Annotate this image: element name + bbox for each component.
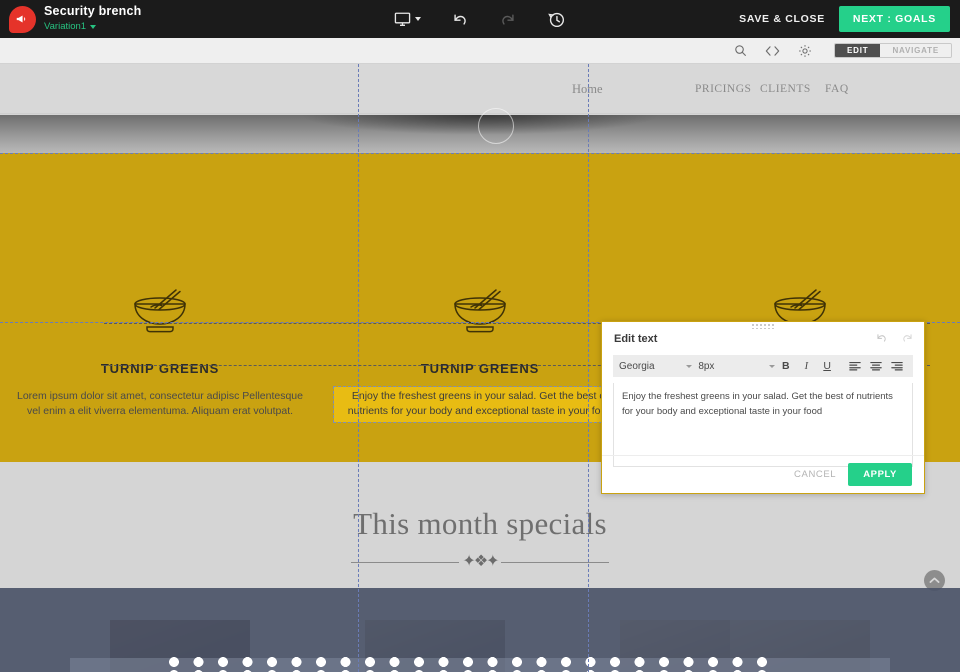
layout-guide-vertical	[588, 64, 589, 672]
underline-button[interactable]: U	[817, 357, 838, 375]
redo-button[interactable]	[499, 10, 517, 28]
dialog-title: Edit text	[614, 332, 658, 345]
code-brackets-icon	[765, 45, 780, 57]
align-center-button[interactable]	[866, 357, 887, 375]
undo-button[interactable]	[451, 10, 469, 28]
chevron-down-icon	[415, 17, 421, 21]
divider-line-right	[500, 561, 609, 563]
undo-icon	[451, 10, 469, 28]
monitor-icon	[394, 12, 411, 27]
code-view-button[interactable]	[765, 45, 780, 57]
megaphone-icon	[8, 5, 36, 33]
font-size-select[interactable]: 8px	[698, 360, 776, 372]
dialog-history-controls	[875, 331, 914, 344]
redo-button[interactable]	[901, 331, 914, 344]
secondary-toolbar-actions: EDIT NAVIGATE	[734, 38, 952, 63]
project-title: Security brench	[44, 4, 142, 19]
nav-item-pricings[interactable]: PRICINGS	[695, 83, 751, 95]
chevron-up-icon	[929, 576, 940, 585]
site-header	[0, 64, 960, 114]
ornament-divider: ✦❖✦	[0, 554, 960, 570]
next-goals-button[interactable]: NEXT : GOALS	[838, 6, 950, 32]
text-format-toolbar: Georgia 8px B I U	[613, 355, 913, 377]
feature-body-text[interactable]: Lorem ipsum dolor sit amet, consectetur …	[14, 389, 306, 419]
search-button[interactable]	[734, 44, 747, 57]
apply-button[interactable]: APPLY	[848, 463, 912, 486]
nav-item-faq[interactable]: FAQ	[825, 83, 849, 95]
feature-column-1[interactable]: TURNIP GREENS Lorem ipsum dolor sit amet…	[0, 153, 320, 462]
align-center-icon	[870, 361, 882, 371]
nav-item-clients[interactable]: CLIENTS	[760, 83, 811, 95]
dialog-header: Edit text	[602, 322, 924, 355]
gear-icon	[798, 44, 812, 58]
app-logo[interactable]	[0, 0, 44, 38]
redo-icon	[499, 10, 517, 28]
search-icon	[734, 44, 747, 57]
cancel-button[interactable]: CANCEL	[794, 469, 836, 480]
device-preview-button[interactable]	[394, 12, 421, 27]
undo-button[interactable]	[875, 331, 888, 344]
feature-title: TURNIP GREENS	[100, 361, 220, 376]
feature-body-text-selected[interactable]: Enjoy the freshest greens in your salad.…	[333, 385, 627, 424]
topbar-actions: SAVE & CLOSE NEXT : GOALS	[739, 0, 950, 38]
page-title-specials: This month specials	[353, 506, 607, 541]
dialog-footer: CANCEL APPLY	[602, 455, 924, 493]
feature-column-2[interactable]: TURNIP GREENS Enjoy the freshest greens …	[320, 153, 640, 462]
font-family-value: Georgia	[619, 360, 655, 372]
tab-navigate-mode[interactable]: NAVIGATE	[880, 44, 951, 57]
italic-button[interactable]: I	[796, 357, 817, 375]
variation-selector[interactable]: Variation1	[44, 21, 141, 33]
hero-circle-decoration	[478, 108, 514, 144]
editor-window: Security brench Variation1 SAVE & CLOSE …	[0, 0, 960, 672]
project-info: Security brench Variation1	[44, 5, 141, 32]
loading-dots-indicator	[168, 656, 776, 672]
noodle-bowl-icon	[447, 281, 513, 333]
bold-button[interactable]: B	[775, 357, 796, 375]
chevron-down-icon	[90, 25, 97, 30]
tab-edit-mode[interactable]: EDIT	[835, 44, 881, 57]
divider-line-left	[351, 561, 460, 563]
noodle-bowl-icon	[127, 281, 193, 333]
redo-icon	[901, 331, 914, 344]
save-and-close-button[interactable]: SAVE & CLOSE	[739, 13, 825, 25]
diamond-ornament-icon: ✦❖✦	[462, 553, 499, 570]
secondary-toolbar: EDIT NAVIGATE	[0, 38, 960, 64]
align-left-button[interactable]	[845, 357, 866, 375]
font-size-value: 8px	[698, 360, 715, 372]
mode-toggle: EDIT NAVIGATE	[834, 43, 952, 58]
settings-button[interactable]	[798, 44, 812, 58]
align-right-icon	[890, 361, 903, 371]
history-button[interactable]	[547, 10, 566, 29]
history-clock-icon	[547, 10, 566, 29]
undo-icon	[875, 331, 888, 344]
variation-label: Variation1	[44, 21, 87, 33]
align-right-button[interactable]	[886, 357, 907, 375]
layout-guide-vertical	[358, 64, 359, 672]
layout-guide-horizontal	[0, 153, 960, 154]
align-left-icon	[849, 361, 862, 371]
feature-title: TURNIP GREENS	[420, 361, 540, 376]
font-family-select[interactable]: Georgia	[619, 360, 693, 372]
edit-text-dialog[interactable]: Edit text Georgia 8px B I U Enjoy the fr…	[601, 321, 925, 494]
top-toolbar: Security brench Variation1 SAVE & CLOSE …	[0, 0, 960, 38]
chevron-down-icon	[686, 364, 693, 368]
